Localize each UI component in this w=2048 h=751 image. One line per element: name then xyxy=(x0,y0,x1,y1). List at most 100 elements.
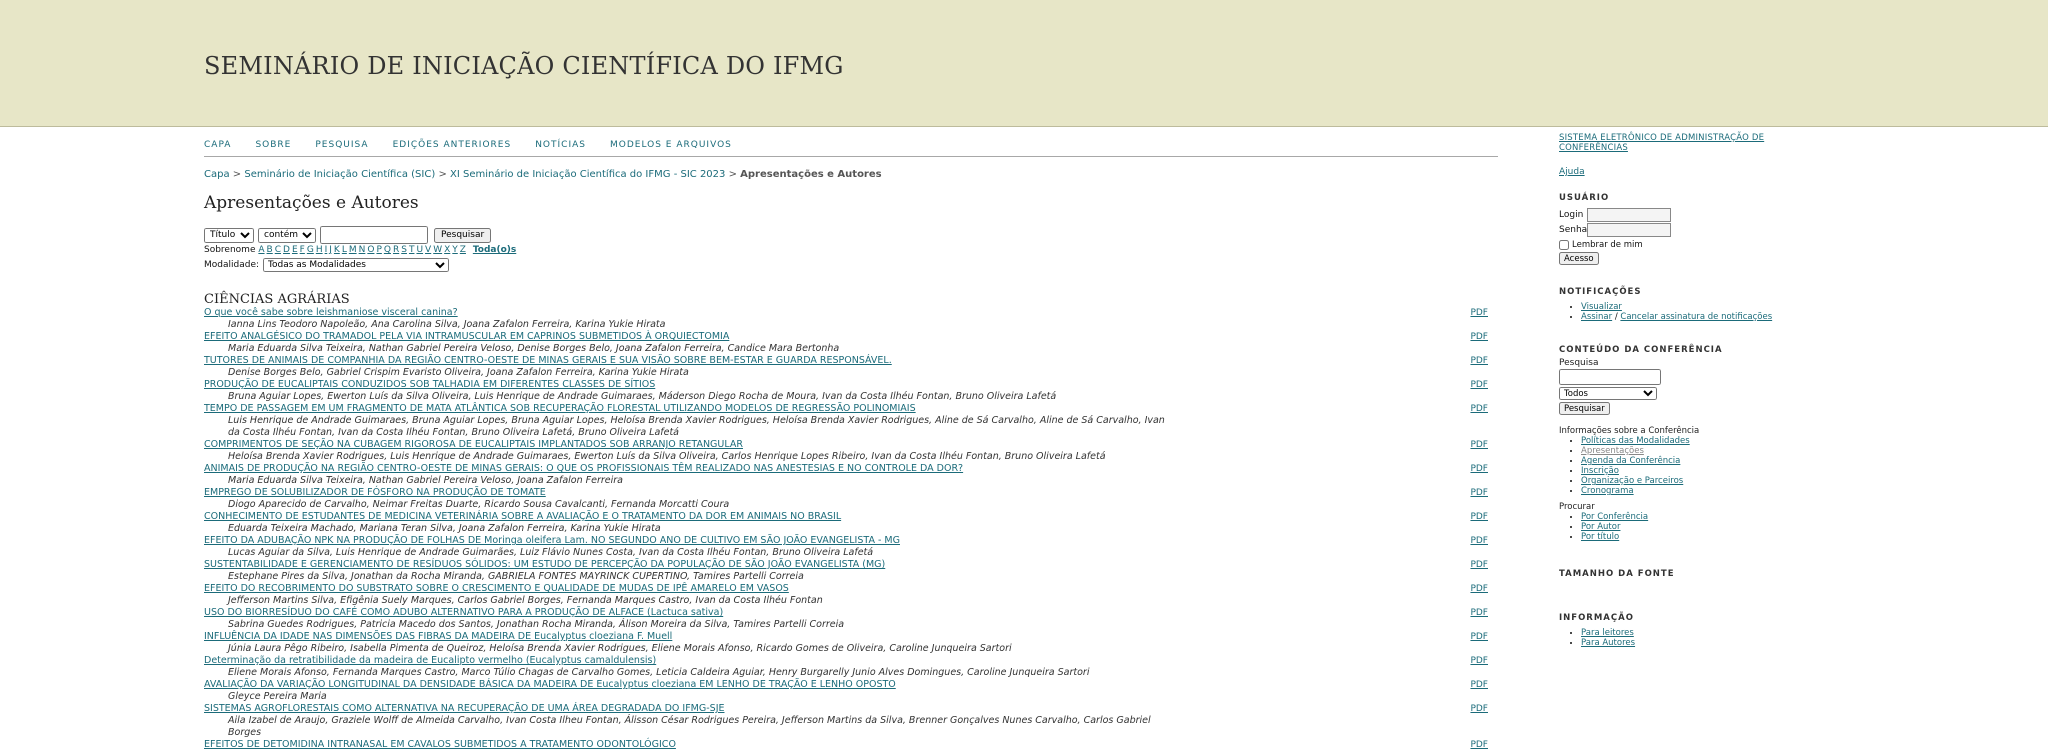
conference-info-link-organizacao-e-parceiros[interactable]: Organização e Parceiros xyxy=(1581,476,1683,486)
breadcrumb-capa[interactable]: Capa xyxy=(204,169,230,180)
nav-pesquisa[interactable]: PESQUISA xyxy=(315,140,368,150)
modality-select[interactable]: Todas as Modalidades xyxy=(263,258,450,272)
conference-info-link-agenda-da-conferencia[interactable]: Agenda da Conferência xyxy=(1581,456,1680,466)
login-input[interactable] xyxy=(1587,208,1671,222)
article-title-link[interactable]: EFEITO DA ADUBAÇÃO NPK NA PRODUÇÃO DE FO… xyxy=(204,535,900,546)
article-title-link[interactable]: INFLUÊNCIA DA IDADE NAS DIMENSÕES DAS FI… xyxy=(204,631,672,642)
article-title-link[interactable]: EFEITOS DE DETOMIDINA INTRANASAL EM CAVA… xyxy=(204,739,676,750)
nav-capa[interactable]: CAPA xyxy=(204,140,231,150)
nav-modelos-e-arquivos[interactable]: MODELOS E ARQUIVOS xyxy=(610,140,732,150)
letter-link-t[interactable]: T xyxy=(409,245,415,255)
help-link[interactable]: Ajuda xyxy=(1559,167,1585,177)
letter-link-c[interactable]: C xyxy=(275,245,281,255)
browse-link-por-autor[interactable]: Por Autor xyxy=(1581,522,1620,532)
article-pdf-link[interactable]: PDF xyxy=(1470,379,1488,391)
search-button[interactable]: Pesquisar xyxy=(434,227,492,243)
article-pdf-link[interactable]: PDF xyxy=(1470,439,1488,451)
letter-link-b[interactable]: B xyxy=(267,245,273,255)
article-title-link[interactable]: PRODUÇÃO DE EUCALIPTAIS CONDUZIDOS SOB T… xyxy=(204,379,655,390)
letter-link-l[interactable]: L xyxy=(342,245,347,255)
letter-link-a[interactable]: A xyxy=(258,245,264,255)
letter-link-w[interactable]: W xyxy=(433,245,442,255)
nav-sobre[interactable]: SOBRE xyxy=(255,140,291,150)
letter-link-k[interactable]: K xyxy=(334,245,340,255)
article-title-link[interactable]: Determinação da retratibilidade da madei… xyxy=(204,655,656,666)
letter-link-n[interactable]: N xyxy=(359,245,366,255)
letter-link-o[interactable]: O xyxy=(367,245,374,255)
article-pdf-link[interactable]: PDF xyxy=(1470,403,1488,415)
letter-link-u[interactable]: U xyxy=(416,245,423,255)
article-title-link[interactable]: TEMPO DE PASSAGEM EM UM FRAGMENTO DE MAT… xyxy=(204,403,916,414)
conference-search-input[interactable] xyxy=(1559,369,1661,385)
article-pdf-link[interactable]: PDF xyxy=(1470,583,1488,595)
conference-info-link-apresentacoes[interactable]: Apresentações xyxy=(1581,446,1644,456)
article-title-link[interactable]: CONHECIMENTO DE ESTUDANTES DE MEDICINA V… xyxy=(204,511,841,522)
letter-link-j[interactable]: J xyxy=(329,245,332,255)
article-pdf-link[interactable]: PDF xyxy=(1470,607,1488,619)
article-pdf-link[interactable]: PDF xyxy=(1470,655,1488,667)
nav-edicoes-anteriores[interactable]: EDIÇÕES ANTERIORES xyxy=(393,140,512,150)
letter-link-s[interactable]: S xyxy=(401,245,407,255)
letter-link-h[interactable]: H xyxy=(316,245,323,255)
system-link[interactable]: SISTEMA ELETRÔNICO DE ADMINISTRAÇÃO DE C… xyxy=(1559,133,1764,153)
letter-link-r[interactable]: R xyxy=(393,245,399,255)
article-pdf-link[interactable]: PDF xyxy=(1470,739,1488,751)
password-input[interactable] xyxy=(1587,223,1671,237)
article-title-link[interactable]: COMPRIMENTOS DE SEÇÃO NA CUBAGEM RIGOROS… xyxy=(204,439,743,450)
letter-link-m[interactable]: M xyxy=(349,245,357,255)
article-pdf-link[interactable]: PDF xyxy=(1470,511,1488,523)
article-title-link[interactable]: AVALIAÇÃO DA VARIAÇÃO LONGITUDINAL DA DE… xyxy=(204,679,896,690)
article-title-link[interactable]: USO DO BIORRESÍDUO DO CAFÉ COMO ADUBO AL… xyxy=(204,607,723,618)
article-pdf-link[interactable]: PDF xyxy=(1470,679,1488,691)
remember-checkbox[interactable] xyxy=(1559,240,1569,250)
article-pdf-link[interactable]: PDF xyxy=(1470,487,1488,499)
letter-link-x[interactable]: X xyxy=(444,245,450,255)
letter-link-z[interactable]: Z xyxy=(460,245,466,255)
conference-info-link-inscricao[interactable]: Inscrição xyxy=(1581,466,1619,476)
article-pdf-link[interactable]: PDF xyxy=(1470,535,1488,547)
conference-search-button[interactable]: Pesquisar xyxy=(1559,402,1610,415)
conference-info-link-politicas-das-modalidades[interactable]: Políticas das Modalidades xyxy=(1581,436,1690,446)
article-pdf-link[interactable]: PDF xyxy=(1470,631,1488,643)
breadcrumb-sic[interactable]: Seminário de Iniciação Científica (SIC) xyxy=(244,169,435,180)
information-link-para-leitores[interactable]: Para leitores xyxy=(1581,628,1634,638)
letter-link-f[interactable]: F xyxy=(300,245,305,255)
article-title-link[interactable]: O que você sabe sobre leishmaniose visce… xyxy=(204,307,458,318)
search-match-select[interactable]: contém xyxy=(258,227,316,243)
article-title-link[interactable]: SISTEMAS AGROFLORESTAIS COMO ALTERNATIVA… xyxy=(204,703,725,714)
article-pdf-link[interactable]: PDF xyxy=(1470,463,1488,475)
login-button[interactable]: Acesso xyxy=(1559,252,1599,265)
article-title-link[interactable]: TUTORES DE ANIMAIS DE COMPANHIA DA REGIÃ… xyxy=(204,355,892,366)
letter-link-d[interactable]: D xyxy=(283,245,290,255)
article-pdf-link[interactable]: PDF xyxy=(1470,355,1488,367)
letter-link-e[interactable]: E xyxy=(292,245,298,255)
information-link-para-autores[interactable]: Para Autores xyxy=(1581,638,1635,648)
letter-link-y[interactable]: Y xyxy=(452,245,458,255)
conference-info-link-cronograma[interactable]: Cronograma xyxy=(1581,486,1634,496)
article-pdf-link[interactable]: PDF xyxy=(1470,307,1488,319)
conference-search-scope-select[interactable]: Todos xyxy=(1559,387,1657,400)
article-title-link[interactable]: EFEITO DO RECOBRIMENTO DO SUBSTRATO SOBR… xyxy=(204,583,789,594)
search-field-select[interactable]: Título xyxy=(204,227,254,243)
article-pdf-link[interactable]: PDF xyxy=(1470,703,1488,715)
nav-noticias[interactable]: NOTÍCIAS xyxy=(535,140,586,150)
letter-link-p[interactable]: P xyxy=(376,245,381,255)
search-query-input[interactable] xyxy=(320,226,428,244)
notifications-view-link[interactable]: Visualizar xyxy=(1581,302,1622,312)
browse-link-por-titulo[interactable]: Por título xyxy=(1581,532,1619,542)
letter-link-v[interactable]: V xyxy=(425,245,431,255)
article-pdf-link[interactable]: PDF xyxy=(1470,559,1488,571)
article-title-link[interactable]: ANIMAIS DE PRODUÇÃO NA REGIÃO CENTRO-OES… xyxy=(204,463,963,474)
browse-link-por-conferencia[interactable]: Por Conferência xyxy=(1581,512,1648,522)
breadcrumb-sic-2023[interactable]: XI Seminário de Iniciação Científica do … xyxy=(450,169,725,180)
article-title-link[interactable]: EFEITO ANALGÉSICO DO TRAMADOL PELA VIA I… xyxy=(204,331,729,342)
letter-all-link[interactable]: Toda(o)s xyxy=(473,245,516,255)
article-pdf-link[interactable]: PDF xyxy=(1470,331,1488,343)
letter-link-g[interactable]: G xyxy=(307,245,314,255)
article-title-link[interactable]: EMPREGO DE SOLUBILIZADOR DE FÓSFORO NA P… xyxy=(204,487,546,498)
letter-link-q[interactable]: Q xyxy=(384,245,391,255)
notifications-unsubscribe-link[interactable]: Cancelar assinatura de notificações xyxy=(1620,312,1772,322)
notifications-subscribe-link[interactable]: Assinar xyxy=(1581,312,1612,322)
letter-link-i[interactable]: I xyxy=(325,245,328,255)
article-title-link[interactable]: SUSTENTABILIDADE E GERENCIAMENTO DE RESÍ… xyxy=(204,559,885,570)
